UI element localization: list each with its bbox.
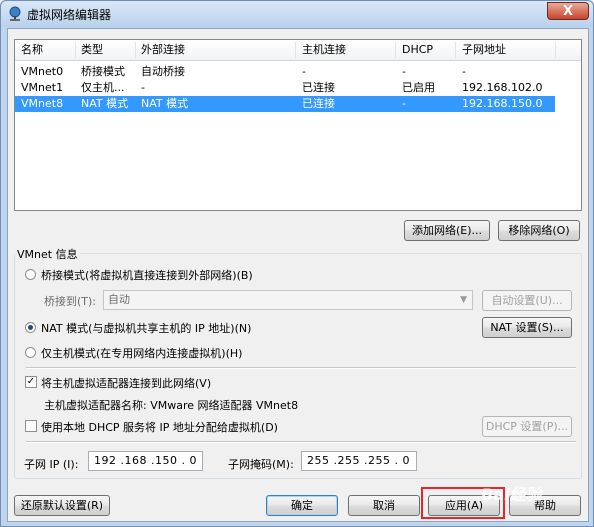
column-header-subnet[interactable]: 子网地址 — [462, 40, 506, 60]
virtual-network-editor-window: 虚拟网络编辑器 X 名称 类型 外部连接 主机连接 DHCP 子网地址 VMne… — [0, 0, 594, 527]
column-header-host[interactable]: 主机连接 — [302, 40, 346, 60]
table-cell: 自动桥接 — [141, 65, 185, 78]
bridge-to-select[interactable]: 自动 ▼ — [103, 290, 473, 310]
use-dhcp-label[interactable]: 使用本地 DHCP 服务将 IP 地址分配给虚拟机(D) — [41, 419, 278, 435]
dhcp-settings-button[interactable]: DHCP 设置(P)... — [482, 416, 572, 437]
table-row-selected[interactable]: VMnet8 NAT 模式 NAT 模式 已连接 - 192.168.150.0 — [15, 96, 555, 112]
table-cell: - — [402, 65, 406, 78]
table-cell: 桥接模式 — [81, 65, 125, 78]
table-cell: VMnet8 — [21, 97, 64, 110]
restore-defaults-button[interactable]: 还原默认设置(R) — [14, 495, 110, 516]
table-row[interactable]: VMnet1 仅主机... - 已连接 已启用 192.168.102.0 — [15, 80, 555, 96]
chevron-down-icon: ▼ — [460, 295, 467, 305]
ok-button[interactable]: 确定 — [266, 495, 338, 516]
table-cell: - — [302, 65, 306, 78]
subnet-ip-input[interactable]: 192 .168 .150 . 0 — [88, 451, 203, 471]
watermark: Bai经验 — [481, 485, 542, 504]
subnet-mask-label: 子网掩码(M): — [228, 458, 294, 471]
table-cell: NAT 模式 — [141, 97, 189, 110]
use-dhcp-checkbox[interactable] — [25, 420, 37, 432]
auto-settings-button[interactable]: 自动设置(U)... — [482, 290, 572, 311]
table-cell: VMnet1 — [21, 81, 64, 94]
remove-network-button[interactable]: 移除网络(O) — [498, 220, 580, 241]
bridge-mode-radio[interactable] — [25, 269, 36, 280]
connect-adapter-label[interactable]: 将主机虚拟适配器连接到此网络(V) — [41, 375, 211, 391]
adapter-name-text: 主机虚拟适配器名称: VMware 网络适配器 VMnet8 — [44, 399, 299, 412]
subnet-ip-label: 子网 IP (I): — [24, 458, 79, 471]
table-cell: 192.168.102.0 — [462, 81, 543, 94]
table-cell: 已连接 — [302, 97, 335, 110]
host-only-mode-label[interactable]: 仅主机模式(在专用网络内连接虚拟机)(H) — [41, 345, 242, 361]
subnet-mask-input[interactable]: 255 .255 .255 . 0 — [301, 451, 417, 471]
nat-mode-radio[interactable] — [25, 322, 36, 333]
connect-adapter-checkbox[interactable]: ✓ — [25, 376, 37, 388]
table-cell: 仅主机... — [81, 81, 125, 94]
list-header: 名称 类型 外部连接 主机连接 DHCP 子网地址 — [15, 40, 581, 61]
table-cell: 192.168.150.0 — [462, 97, 543, 110]
table-cell: 已启用 — [402, 81, 435, 94]
host-only-mode-radio[interactable] — [25, 347, 36, 358]
table-cell: 已连接 — [302, 81, 335, 94]
table-cell: - — [462, 65, 466, 78]
add-network-button[interactable]: 添加网络(E)... — [404, 220, 490, 241]
table-row[interactable]: VMnet0 桥接模式 自动桥接 - - - — [15, 64, 555, 80]
column-header-name[interactable]: 名称 — [21, 40, 43, 60]
column-header-type[interactable]: 类型 — [81, 40, 103, 60]
separator — [26, 367, 576, 369]
close-button[interactable]: X — [547, 2, 589, 20]
column-header-external[interactable]: 外部连接 — [141, 40, 185, 60]
window-title: 虚拟网络编辑器 — [27, 8, 112, 22]
dialog-body: 名称 类型 外部连接 主机连接 DHCP 子网地址 VMnet0 桥接模式 自动… — [7, 28, 589, 522]
title-bar: 虚拟网络编辑器 X — [1, 1, 593, 27]
bridge-to-value: 自动 — [108, 293, 130, 306]
table-cell: - — [141, 81, 145, 94]
network-list[interactable]: 名称 类型 外部连接 主机连接 DHCP 子网地址 VMnet0 桥接模式 自动… — [14, 39, 582, 211]
column-header-dhcp[interactable]: DHCP — [402, 40, 433, 60]
table-cell: - — [402, 97, 406, 110]
vmnet-info-group — [14, 253, 582, 479]
table-cell: NAT 模式 — [81, 97, 129, 110]
vmnet-info-label: VMnet 信息 — [15, 246, 80, 262]
nat-mode-label[interactable]: NAT 模式(与虚拟机共享主机的 IP 地址)(N) — [41, 320, 251, 336]
bridge-to-label: 桥接到(T): — [44, 295, 97, 308]
nat-settings-button[interactable]: NAT 设置(S)... — [482, 317, 572, 338]
cancel-button[interactable]: 取消 — [348, 495, 420, 516]
table-cell: VMnet0 — [21, 65, 64, 78]
separator — [26, 441, 576, 443]
network-icon — [9, 6, 21, 21]
bridge-mode-label[interactable]: 桥接模式(将虚拟机直接连接到外部网络)(B) — [41, 267, 253, 283]
